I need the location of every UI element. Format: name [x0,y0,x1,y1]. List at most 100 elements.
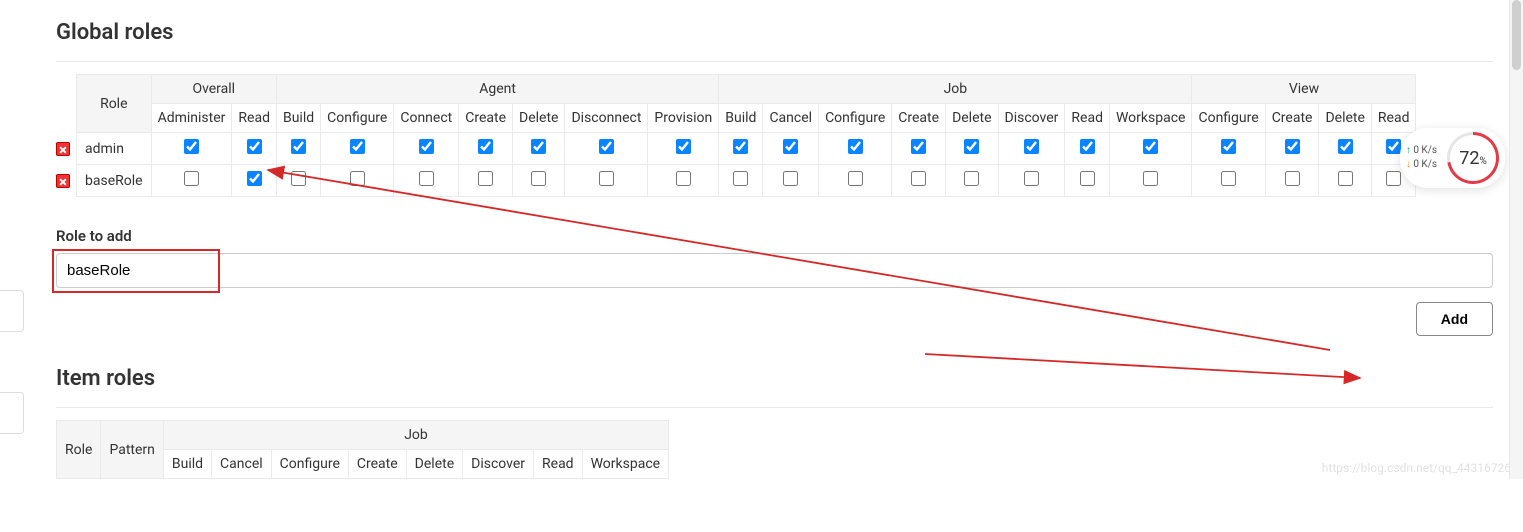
permission-checkbox[interactable] [1080,171,1095,186]
permission-checkbox[interactable] [1024,171,1039,186]
permission-checkbox[interactable] [599,139,614,154]
network-stats: ↑ 0 K/s ↓ 0 K/s [1406,144,1437,172]
group-header-view: View [1192,75,1416,104]
permission-checkbox[interactable] [1221,171,1236,186]
table-row: baseRole [56,165,1416,197]
permission-checkbox[interactable] [783,171,798,186]
permission-checkbox[interactable] [1024,139,1039,154]
perm-header: Create [1265,104,1319,133]
permission-checkbox[interactable] [1386,139,1401,154]
permission-checkbox[interactable] [291,139,306,154]
perm-header: Read [534,450,583,479]
permission-checkbox[interactable] [478,171,493,186]
permission-checkbox[interactable] [1386,171,1401,186]
group-header-overall: Overall [151,75,276,104]
left-edge-tabs [0,290,24,494]
permission-checkbox[interactable] [1143,139,1158,154]
permission-checkbox[interactable] [531,171,546,186]
role-to-add-section: Role to add Add [56,227,1493,336]
permission-checkbox[interactable] [964,171,979,186]
permission-checkbox[interactable] [911,171,926,186]
permission-checkbox[interactable] [247,171,262,186]
table-row: admin [56,133,1416,165]
perm-header: Configure [819,104,892,133]
permission-checkbox[interactable] [247,139,262,154]
perm-header: Delete [946,104,998,133]
usage-percent: 72 [1459,148,1479,169]
permission-checkbox[interactable] [419,171,434,186]
download-speed: 0 K/s [1413,159,1437,170]
permission-checkbox[interactable] [911,139,926,154]
permission-checkbox[interactable] [291,171,306,186]
perm-header: Read [1065,104,1110,133]
global-roles-heading: Global roles [56,20,1493,45]
permission-checkbox[interactable] [1285,171,1300,186]
role-to-add-label: Role to add [56,227,1493,245]
permission-checkbox[interactable] [783,139,798,154]
perm-header: Cancel [212,450,272,479]
perm-header: Delete [1319,104,1371,133]
perm-header: Read [232,104,277,133]
role-to-add-input[interactable] [56,253,1493,288]
perm-header: Discover [463,450,534,479]
item-roles-section: Item roles RolePatternJobBuildCancelConf… [56,366,1493,479]
permission-checkbox[interactable] [184,171,199,186]
delete-role-icon[interactable] [56,142,70,156]
item-roles-table: RolePatternJobBuildCancelConfigureCreate… [56,420,669,479]
perm-header: Read [1371,104,1416,133]
permission-checkbox[interactable] [599,171,614,186]
perm-header: Build [163,450,211,479]
delete-role-icon[interactable] [56,174,70,188]
permission-checkbox[interactable] [848,171,863,186]
perm-header: Configure [1192,104,1265,133]
permission-checkbox[interactable] [676,139,691,154]
permission-checkbox[interactable] [1221,139,1236,154]
vertical-scrollbar[interactable] [1509,0,1523,479]
system-monitor-widget: ↑ 0 K/s ↓ 0 K/s 72% [1400,128,1505,188]
perm-header: Delete [513,104,565,133]
role-header: Role [57,421,101,479]
permission-checkbox[interactable] [848,139,863,154]
perm-header: Connect [394,104,459,133]
permission-checkbox[interactable] [1080,139,1095,154]
percent-sign: % [1479,156,1486,167]
perm-header: Workspace [582,450,669,479]
role-header: Role [77,75,152,133]
group-header-job: Job [719,75,1192,104]
role-input-wrap [56,253,1493,288]
scrollbar-thumb[interactable] [1512,0,1521,70]
permission-checkbox[interactable] [531,139,546,154]
upload-speed: 0 K/s [1413,145,1437,156]
permission-checkbox[interactable] [1285,139,1300,154]
perm-header: Cancel [763,104,819,133]
usage-gauge: 72% [1447,132,1499,184]
perm-header: Disconnect [565,104,648,133]
add-button[interactable]: Add [1416,302,1493,336]
group-header-job: Job [163,421,668,450]
role-name-cell: baseRole [77,165,152,197]
left-tab-2[interactable] [0,392,24,434]
permission-checkbox[interactable] [733,139,748,154]
perm-header: Configure [321,104,394,133]
perm-header: Build [719,104,763,133]
perm-header: Discover [998,104,1065,133]
permission-checkbox[interactable] [733,171,748,186]
global-roles-table: RoleOverallAgentJobViewAdministerReadBui… [56,74,1416,197]
permission-checkbox[interactable] [419,139,434,154]
permission-checkbox[interactable] [184,139,199,154]
permission-checkbox[interactable] [350,171,365,186]
permission-checkbox[interactable] [1338,139,1353,154]
perm-header: Provision [648,104,719,133]
permission-checkbox[interactable] [478,139,493,154]
item-roles-heading: Item roles [56,366,1493,391]
left-tab-1[interactable] [0,290,24,332]
permission-checkbox[interactable] [1143,171,1158,186]
permission-checkbox[interactable] [350,139,365,154]
perm-header: Workspace [1109,104,1192,133]
permission-checkbox[interactable] [676,171,691,186]
perm-header: Delete [406,450,462,479]
permission-checkbox[interactable] [1338,171,1353,186]
perm-header: Create [348,450,406,479]
permission-checkbox[interactable] [964,139,979,154]
divider [56,407,1493,408]
